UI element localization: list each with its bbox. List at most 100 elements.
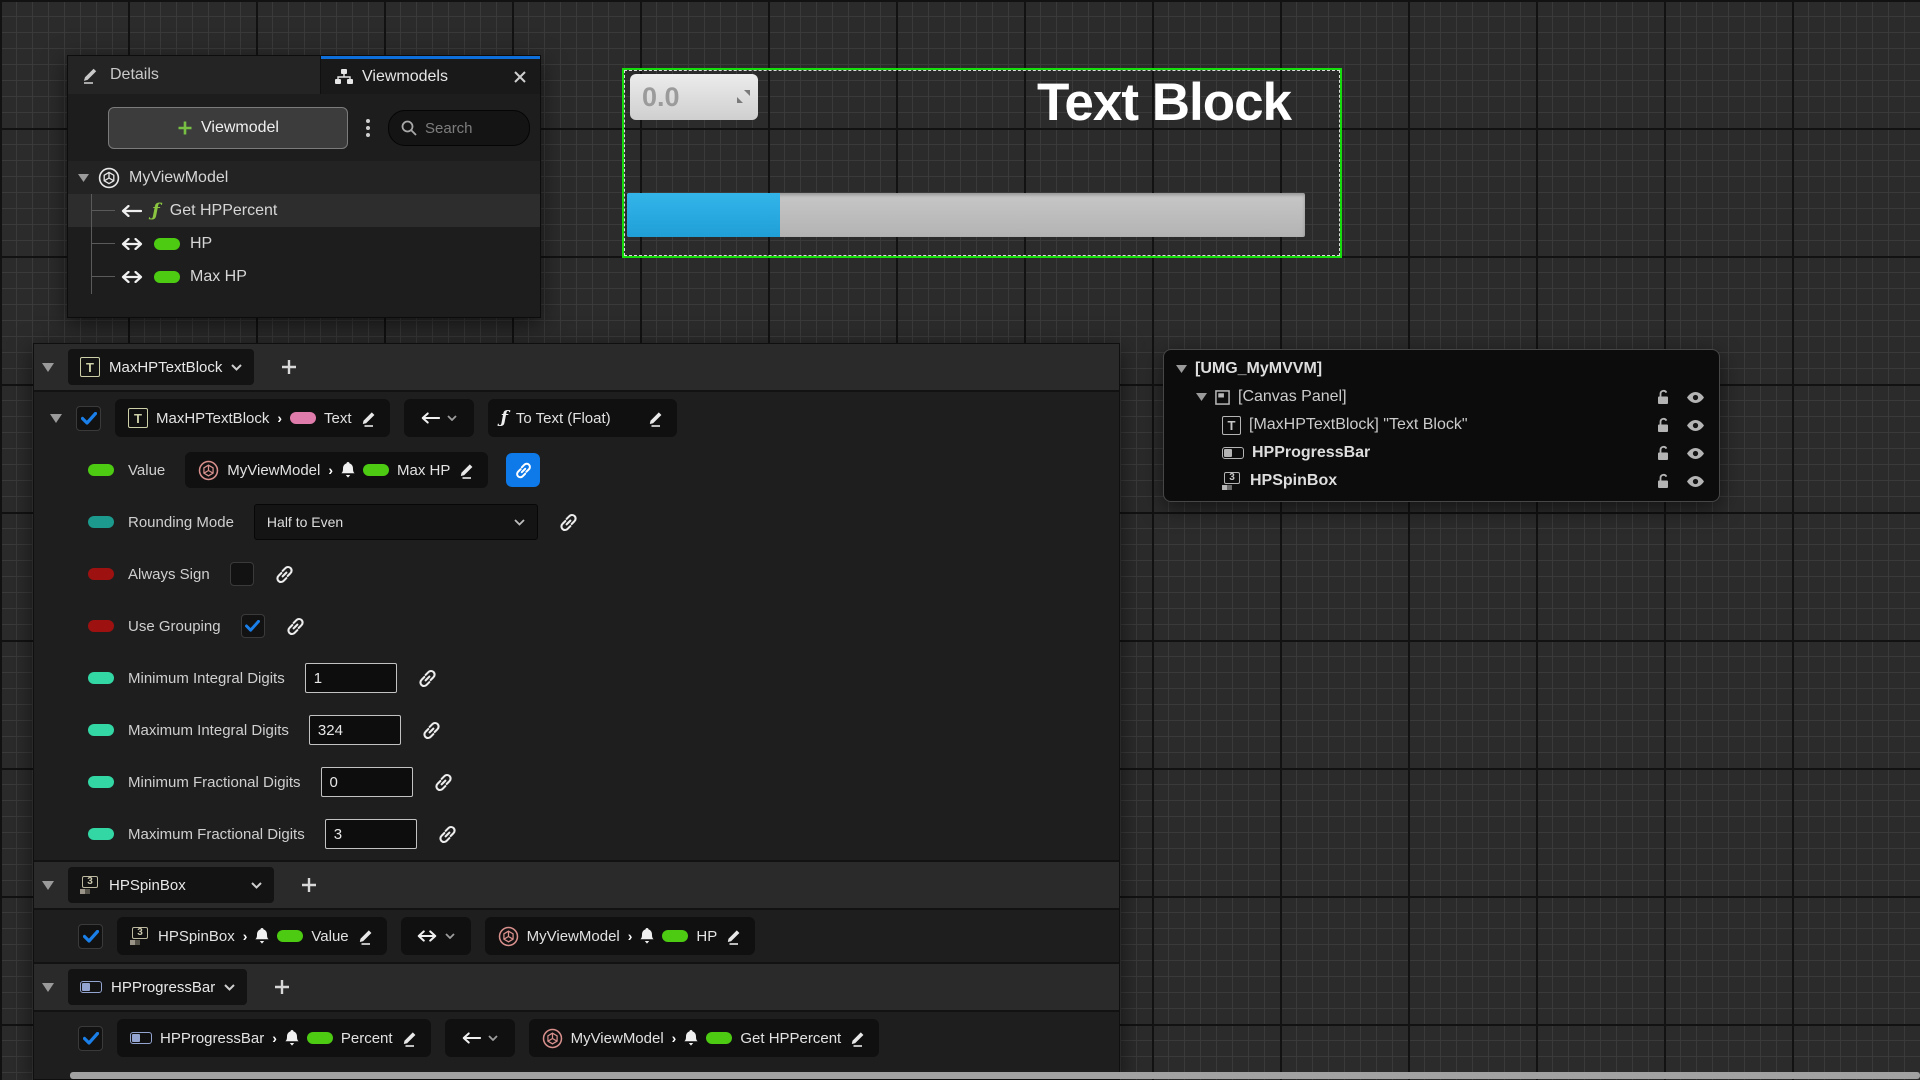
section-header-maxhptextblock: T MaxHPTextBlock: [34, 344, 1119, 390]
collapse-triangle-icon[interactable]: [50, 414, 62, 423]
binding-direction-dropdown[interactable]: [404, 399, 474, 437]
hierarchy-item-label: [MaxHPTextBlock] "Text Block": [1249, 416, 1468, 434]
two-way-arrow-icon: [120, 271, 144, 283]
text-block-widget[interactable]: Text Block: [954, 72, 1374, 133]
viewmodel-source-chip[interactable]: MyViewModel › Get HPPercent: [529, 1019, 880, 1057]
viewmodel-item-hp[interactable]: HP: [68, 227, 540, 260]
chevron-down-icon: [514, 519, 525, 526]
max-integral-digits-input[interactable]: [309, 715, 401, 745]
binding-direction-dropdown[interactable]: [445, 1019, 515, 1057]
hierarchy-row-hpprogressbar[interactable]: HPProgressBar: [1164, 439, 1719, 467]
edit-pencil-icon[interactable]: [401, 1030, 418, 1047]
hierarchy-row-canvas-panel[interactable]: [Canvas Panel]: [1164, 383, 1719, 411]
textblock-icon: T: [80, 357, 100, 377]
canvas-selection[interactable]: 0.0 Text Block: [622, 68, 1342, 258]
viewmodel-cube-icon: [198, 460, 219, 481]
arg-row-max-fractional-digits: Maximum Fractional Digits: [34, 808, 1119, 860]
max-fractional-digits-input[interactable]: [325, 819, 417, 849]
horizontal-scrollbar[interactable]: [70, 1072, 1920, 1079]
close-icon[interactable]: [514, 71, 526, 83]
add-viewmodel-button[interactable]: Viewmodel: [108, 107, 348, 149]
link-icon[interactable]: [421, 720, 442, 741]
visibility-eye-icon[interactable]: [1686, 447, 1705, 460]
destination-property-name: Percent: [341, 1030, 393, 1047]
binding-enabled-checkbox[interactable]: [78, 924, 103, 949]
link-icon[interactable]: [558, 512, 579, 533]
viewmodel-item-get-hppercent[interactable]: ƒ Get HPPercent: [68, 194, 540, 227]
unlock-icon[interactable]: [1656, 445, 1670, 461]
link-icon[interactable]: [437, 824, 458, 845]
chevron-down-icon: [224, 984, 235, 991]
hierarchy-row-maxhptextblock[interactable]: T [MaxHPTextBlock] "Text Block": [1164, 411, 1719, 439]
hierarchy-root-label: [UMG_MyMVVM]: [1195, 360, 1322, 378]
collapse-triangle-icon[interactable]: [42, 363, 54, 372]
add-binding-icon[interactable]: [300, 876, 318, 894]
section-header-hpspinbox: 3 HPSpinBox: [34, 862, 1119, 908]
rounding-mode-dropdown[interactable]: Half to Even: [254, 504, 538, 540]
destination-widget-name: HPProgressBar: [160, 1030, 264, 1047]
one-way-arrow-icon: [420, 412, 440, 424]
widget-selector-button[interactable]: T MaxHPTextBlock: [68, 349, 254, 385]
add-binding-icon[interactable]: [273, 978, 291, 996]
tab-viewmodels[interactable]: Viewmodels: [321, 56, 540, 94]
collapse-triangle-icon[interactable]: [42, 881, 54, 890]
widget-selector-button[interactable]: HPProgressBar: [68, 969, 247, 1005]
binding-enabled-checkbox[interactable]: [78, 1026, 103, 1051]
unlock-icon[interactable]: [1656, 389, 1670, 405]
min-integral-digits-input[interactable]: [305, 663, 397, 693]
use-grouping-checkbox[interactable]: [241, 614, 265, 638]
binding-row-hpprogressbar-percent: HPProgressBar › Percent MyViewModel ›: [34, 1012, 1119, 1064]
viewmodel-source-chip[interactable]: MyViewModel › HP: [485, 917, 756, 955]
hp-spinbox-widget[interactable]: 0.0: [630, 74, 758, 120]
spinbox-icon: 3: [80, 876, 100, 895]
search-icon: [401, 120, 417, 136]
binding-link-button[interactable]: [506, 453, 540, 487]
edit-pencil-icon[interactable]: [360, 410, 377, 427]
collapse-triangle-icon[interactable]: [1196, 393, 1207, 401]
arg-row-value: Value MyViewModel › Max HP: [34, 444, 1119, 496]
viewmodel-item-max-hp[interactable]: Max HP: [68, 260, 540, 293]
link-icon[interactable]: [285, 616, 306, 637]
destination-chip[interactable]: 3 HPSpinBox › Value: [117, 917, 387, 955]
binding-enabled-checkbox[interactable]: [76, 406, 101, 431]
search-input[interactable]: Search: [388, 110, 530, 146]
destination-property-name: Value: [311, 928, 348, 945]
viewmodel-source-chip[interactable]: MyViewModel › Max HP: [185, 452, 488, 488]
always-sign-checkbox[interactable]: [230, 562, 254, 586]
visibility-eye-icon[interactable]: [1686, 419, 1705, 432]
binding-direction-dropdown[interactable]: [401, 917, 471, 955]
destination-chip[interactable]: HPProgressBar › Percent: [117, 1019, 431, 1057]
edit-pencil-icon[interactable]: [647, 410, 664, 427]
kebab-menu-icon[interactable]: [360, 115, 376, 141]
unlock-icon[interactable]: [1656, 417, 1670, 433]
viewmodel-root-row[interactable]: MyViewModel: [68, 161, 540, 194]
conversion-function-name: To Text (Float): [516, 410, 611, 427]
edit-pencil-icon[interactable]: [849, 1030, 866, 1047]
destination-chip[interactable]: T MaxHPTextBlock › Text: [115, 399, 390, 437]
hp-progressbar-widget[interactable]: [627, 193, 1305, 237]
collapse-triangle-icon[interactable]: [42, 983, 54, 992]
link-icon[interactable]: [417, 668, 438, 689]
edit-pencil-icon[interactable]: [725, 928, 742, 945]
add-binding-icon[interactable]: [280, 358, 298, 376]
unlock-icon[interactable]: [1656, 473, 1670, 489]
one-way-arrow-icon: [461, 1032, 481, 1044]
collapse-triangle-icon[interactable]: [1176, 365, 1187, 373]
tab-details[interactable]: Details: [68, 56, 321, 94]
min-fractional-digits-input[interactable]: [321, 767, 413, 797]
conversion-function-chip[interactable]: ƒ To Text (Float): [488, 399, 677, 437]
edit-pencil-icon[interactable]: [357, 928, 374, 945]
hierarchy-row-hpspinbox[interactable]: 3 HPSpinBox: [1164, 467, 1719, 495]
link-icon[interactable]: [274, 564, 295, 585]
arg-row-max-integral-digits: Maximum Integral Digits: [34, 704, 1119, 756]
visibility-eye-icon[interactable]: [1686, 475, 1705, 488]
hierarchy-item-label: HPSpinBox: [1250, 472, 1337, 490]
collapse-triangle-icon[interactable]: [78, 174, 89, 182]
link-icon[interactable]: [433, 772, 454, 793]
notify-bell-icon: [684, 1030, 698, 1046]
arg-label: Minimum Integral Digits: [128, 670, 285, 687]
widget-selector-button[interactable]: 3 HPSpinBox: [68, 867, 274, 903]
edit-pencil-icon[interactable]: [458, 462, 475, 479]
hierarchy-row-root[interactable]: [UMG_MyMVVM]: [1164, 355, 1719, 383]
visibility-eye-icon[interactable]: [1686, 391, 1705, 404]
